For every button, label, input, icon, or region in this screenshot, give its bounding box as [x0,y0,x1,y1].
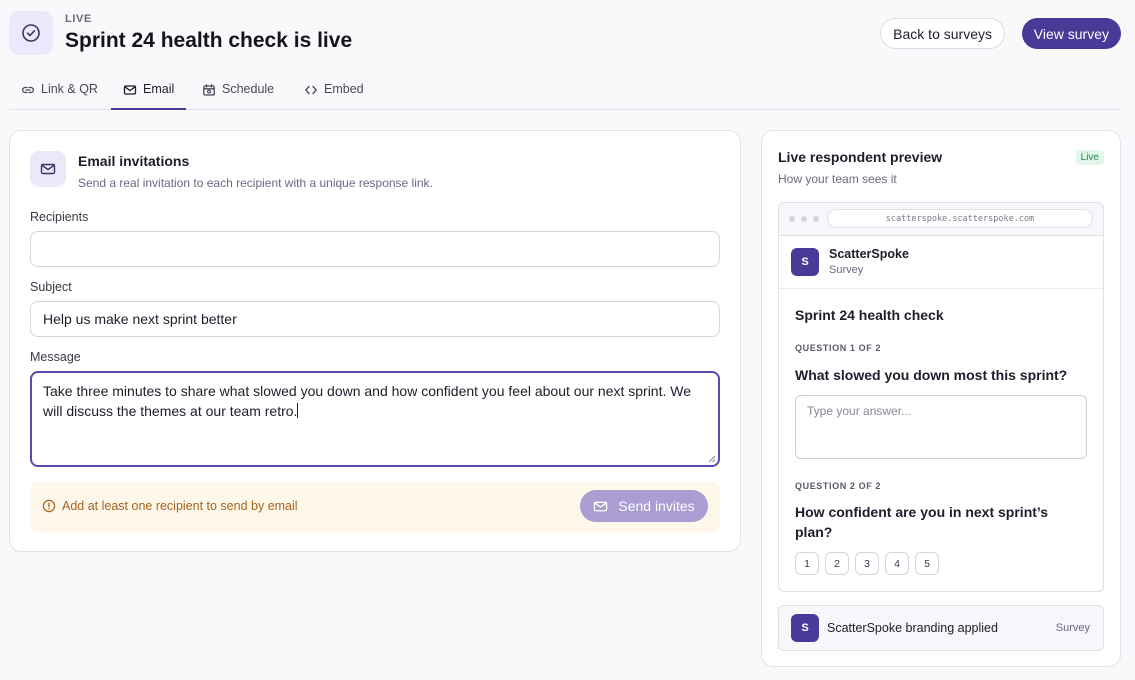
card-subtitle: Send a real invitation to each recipient… [78,176,433,190]
branding-bar: S ScatterSpoke branding applied Survey [778,605,1104,651]
calendar-icon [203,84,215,96]
recipients-input[interactable] [30,231,720,267]
live-badge: Live [1075,150,1104,165]
mail-icon [30,151,66,187]
brand-name: ScatterSpoke [829,247,909,261]
browser-bar: scatterspoke.scatterspoke.com [779,203,1103,236]
check-circle-icon [9,11,53,55]
share-tabs: Link & QR Email Schedule Embed [9,78,1121,110]
preview-title: Live respondent preview [778,149,943,165]
rating-option[interactable]: 2 [825,552,849,575]
recipient-warning: Add at least one recipient to send by em… [30,482,720,532]
alert-circle-icon [42,499,56,513]
view-survey-button[interactable]: View survey [1021,18,1121,49]
question-1-label: QUESTION 1 OF 2 [795,343,882,353]
tab-embed[interactable]: Embed [304,78,364,109]
text-caret [297,403,299,418]
status-eyebrow: LIVE [65,13,92,25]
code-icon [305,85,317,95]
tab-email[interactable]: Email [111,78,187,110]
window-dot [801,216,807,222]
question-2-text: How confident are you in next sprint’s p… [795,504,1049,540]
live-preview-card: Live respondent preview How your team se… [761,130,1121,667]
resize-handle-icon[interactable] [708,455,716,463]
tab-schedule[interactable]: Schedule [202,78,274,109]
survey-title: Sprint 24 health check [795,307,944,323]
tab-label: Schedule [222,82,275,96]
tab-link-qr[interactable]: Link & QR [21,78,98,109]
recipients-label: Recipients [30,210,89,224]
rating-option[interactable]: 1 [795,552,819,575]
email-invitations-card: Email invitations Send a real invitation… [9,130,741,552]
card-title: Email invitations [78,153,190,169]
brand-avatar: S [791,248,819,276]
mail-icon [123,85,137,95]
branding-text: ScatterSpoke branding applied [827,621,998,635]
rating-option[interactable]: 3 [855,552,879,575]
message-textarea[interactable]: Take three minutes to share what slowed … [30,371,720,467]
send-invites-button[interactable]: Send invites [580,490,708,522]
preview-subtitle: How your team sees it [778,172,897,186]
survey-live-page: LIVE Sprint 24 health check is live Back… [0,0,1135,680]
brand-avatar: S [791,614,819,642]
mail-icon [594,501,608,511]
warning-text: Add at least one recipient to send by em… [62,499,298,513]
url-bar: scatterspoke.scatterspoke.com [827,209,1093,228]
brand-kind: Survey [829,264,864,276]
tab-label: Email [143,82,175,96]
question-1-text: What slowed you down most this sprint? [795,367,1068,383]
window-dot [813,216,819,222]
link-icon [22,86,34,94]
answer-textarea[interactable]: Type your answer... [795,395,1087,459]
page-header: LIVE Sprint 24 health check is live Back… [9,10,1121,56]
window-dot [789,216,795,222]
message-text: Take three minutes to share what slowed … [43,383,692,419]
page-title: Sprint 24 health check is live [65,29,353,52]
send-label: Send invites [618,498,695,514]
tab-label: Link & QR [41,82,98,96]
question-2-label: QUESTION 2 OF 2 [795,481,882,491]
rating-scale: 1 2 3 4 5 [795,552,939,575]
back-to-surveys-button[interactable]: Back to surveys [880,18,1005,49]
message-label: Message [30,350,81,364]
branding-kind: Survey [1055,622,1090,634]
subject-input[interactable]: Help us make next sprint better [30,301,720,337]
browser-preview: scatterspoke.scatterspoke.com S ScatterS… [778,202,1104,592]
subject-label: Subject [30,280,72,294]
rating-option[interactable]: 4 [885,552,909,575]
tab-label: Embed [324,82,364,96]
survey-brand-header: S ScatterSpoke Survey [779,236,1103,289]
rating-option[interactable]: 5 [915,552,939,575]
